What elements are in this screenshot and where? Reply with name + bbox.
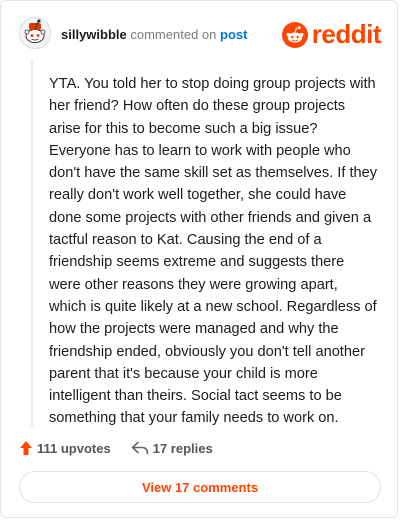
- comment-body: YTA. You told her to stop doing group pr…: [49, 76, 378, 427]
- post-link[interactable]: post: [220, 27, 247, 42]
- comment-meta: sillywibble commented on post: [61, 27, 247, 42]
- snoo-avatar-icon[interactable]: [19, 17, 51, 49]
- upvote-button[interactable]: 111 upvotes: [19, 440, 111, 456]
- username-link[interactable]: sillywibble: [61, 27, 127, 42]
- replies-count: 17 replies: [152, 440, 213, 456]
- upvotes-count: 111 upvotes: [37, 440, 111, 456]
- reddit-logo[interactable]: reddit: [281, 19, 382, 50]
- comment-actions: 111 upvotes 17 replies: [19, 437, 213, 459]
- reddit-snoo-icon: [281, 21, 308, 48]
- view-comments-button[interactable]: View 17 comments: [19, 471, 381, 503]
- upvote-arrow-icon: [20, 441, 32, 455]
- comment-card: sillywibble commented on post reddit YTA…: [0, 0, 398, 518]
- commented-on-text: commented on: [130, 27, 217, 42]
- comment-header: sillywibble commented on post reddit: [13, 13, 385, 53]
- thread-line[interactable]: [31, 59, 33, 427]
- reddit-logo-text: reddit: [311, 19, 382, 49]
- reply-arrow-icon: [131, 441, 149, 455]
- replies-button[interactable]: 17 replies: [131, 441, 213, 456]
